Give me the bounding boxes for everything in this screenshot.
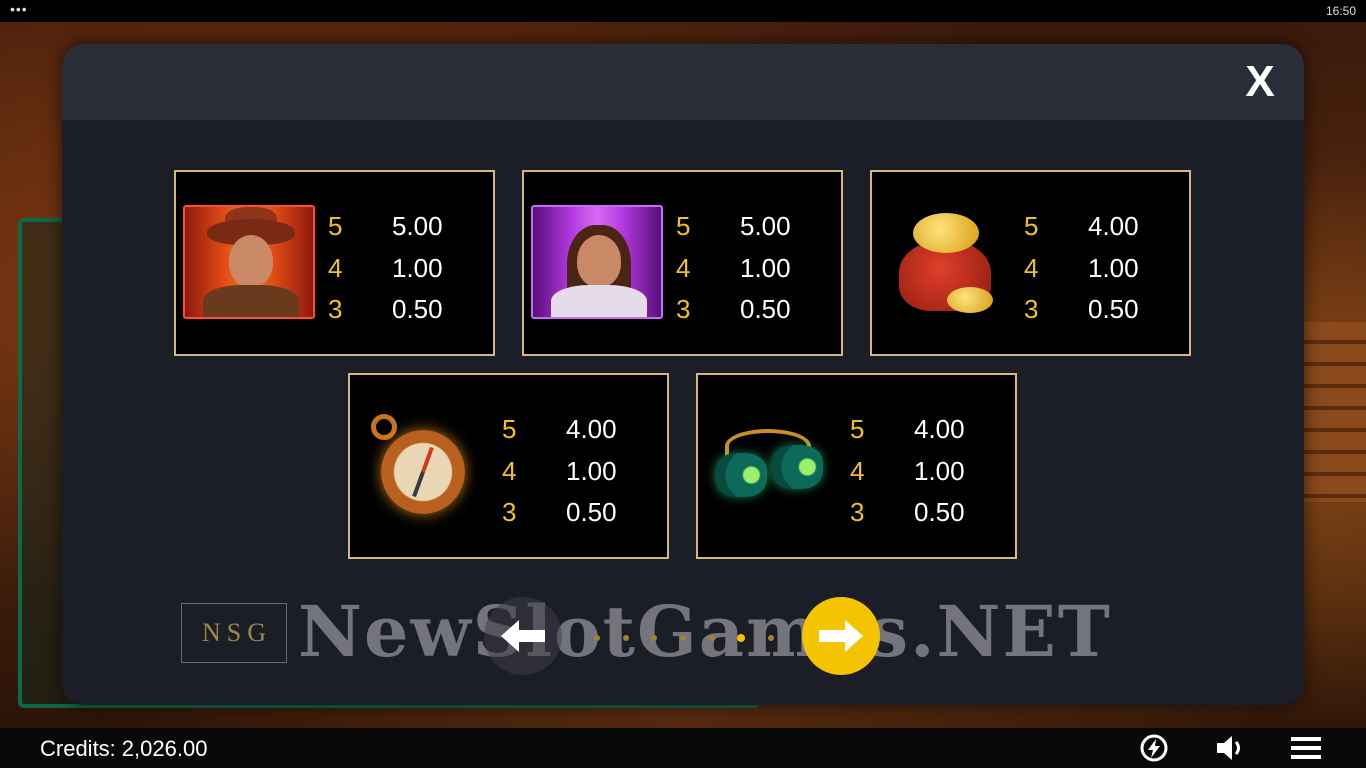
match-count: 4: [1024, 252, 1039, 283]
pay-row: 5 4.00: [502, 409, 652, 451]
match-count: 5: [1024, 211, 1039, 241]
page-dot: [679, 635, 686, 641]
turbo-icon: [1140, 734, 1168, 762]
payout-value: 5.00: [392, 211, 443, 241]
pay-row: 5 4.00: [850, 409, 1000, 451]
payout-value: 4.00: [566, 414, 617, 444]
close-button[interactable]: X: [1238, 57, 1282, 106]
page-dot: [767, 635, 774, 641]
arrow-right-icon: [819, 620, 863, 652]
system-bar: ••• 16:50: [0, 0, 1366, 22]
payout-value: 4.00: [914, 414, 965, 444]
payout-value: 0.50: [914, 497, 965, 527]
credits-value: 2,026.00: [121, 736, 208, 761]
payout-value: 0.50: [392, 294, 443, 324]
watermark-logo: N S G: [181, 603, 287, 663]
pay-row: 3 0.50: [1024, 289, 1174, 331]
page-dot: [651, 635, 658, 641]
paytable-card: 5 4.00 4 1.00 3 0.50: [348, 373, 669, 559]
match-count: 4: [850, 455, 865, 486]
pay-table: 5 5.00 4 1.00 3 0.50: [328, 206, 478, 331]
modal-header: [62, 44, 1304, 120]
pay-row: 3 0.50: [328, 289, 478, 331]
pyramid-decoration: [1296, 322, 1366, 502]
watermark-logo-letter: G: [247, 618, 267, 647]
payout-value: 1.00: [566, 455, 617, 486]
match-count: 5: [502, 414, 517, 444]
match-count: 3: [328, 294, 343, 324]
explorer-man-symbol: [182, 204, 316, 320]
page-dot-active: [737, 634, 746, 642]
paytable-card: 5 4.00 4 1.00 3 0.50: [870, 170, 1191, 356]
page-dot: [622, 635, 629, 641]
binoculars-symbol: [704, 407, 838, 523]
arrow-left-icon: [501, 620, 545, 652]
payout-value: 1.00: [1088, 252, 1139, 283]
paytable-card: 5 5.00 4 1.00 3 0.50: [174, 170, 495, 356]
payout-value: 4.00: [1088, 211, 1139, 241]
explorer-woman-symbol: [530, 204, 664, 320]
page-dot: [708, 635, 715, 641]
watermark-logo-letter: N: [201, 618, 221, 647]
pay-row: 3 0.50: [850, 492, 1000, 534]
pay-row: 4 1.00: [502, 451, 652, 493]
match-count: 4: [676, 252, 691, 283]
payout-value: 0.50: [1088, 294, 1139, 324]
clock: 16:50: [1325, 4, 1356, 18]
pay-row: 3 0.50: [502, 492, 652, 534]
page-dot: [594, 635, 600, 641]
pay-row: 5 5.00: [328, 206, 478, 248]
match-count: 3: [850, 497, 865, 527]
payout-value: 0.50: [566, 497, 617, 527]
previous-page-button[interactable]: [484, 597, 562, 675]
paytable-card: 5 4.00 4 1.00 3 0.50: [696, 373, 1017, 559]
credits-display: Credits: 2,026.00: [40, 736, 207, 762]
bottom-bar: Credits: 2,026.00: [0, 728, 1366, 768]
match-count: 3: [1024, 294, 1039, 324]
gold-bag-symbol: [878, 204, 1012, 320]
payout-value: 5.00: [740, 211, 791, 241]
sound-button[interactable]: [1212, 732, 1248, 764]
next-page-button[interactable]: [802, 597, 880, 675]
pay-row: 5 4.00: [1024, 206, 1174, 248]
match-count: 5: [676, 211, 691, 241]
pay-table: 5 4.00 4 1.00 3 0.50: [502, 409, 652, 534]
match-count: 4: [502, 455, 517, 486]
pay-row: 4 1.00: [850, 451, 1000, 493]
pay-table: 5 5.00 4 1.00 3 0.50: [676, 206, 826, 331]
payout-value: 1.00: [392, 252, 443, 283]
turbo-spin-button[interactable]: [1136, 732, 1172, 764]
speaker-icon: [1217, 736, 1240, 760]
pay-row: 4 1.00: [676, 248, 826, 290]
pay-row: 4 1.00: [328, 248, 478, 290]
menu-dots-icon[interactable]: •••: [10, 2, 28, 16]
match-count: 3: [502, 497, 517, 527]
watermark-logo-letter: S: [226, 618, 242, 647]
menu-button[interactable]: [1288, 732, 1324, 764]
paytable-card: 5 5.00 4 1.00 3 0.50: [522, 170, 843, 356]
pay-row: 4 1.00: [1024, 248, 1174, 290]
payout-value: 1.00: [914, 455, 965, 486]
match-count: 5: [328, 211, 343, 241]
compass-symbol: [356, 407, 490, 523]
credits-label: Credits:: [40, 736, 116, 761]
match-count: 5: [850, 414, 865, 444]
pay-table: 5 4.00 4 1.00 3 0.50: [1024, 206, 1174, 331]
pay-table: 5 4.00 4 1.00 3 0.50: [850, 409, 1000, 534]
pay-row: 3 0.50: [676, 289, 826, 331]
match-count: 4: [328, 252, 343, 283]
payout-value: 0.50: [740, 294, 791, 324]
pay-row: 5 5.00: [676, 206, 826, 248]
hamburger-menu-icon: [1291, 737, 1321, 759]
match-count: 3: [676, 294, 691, 324]
page-indicator: [594, 634, 774, 642]
payout-value: 1.00: [740, 252, 791, 283]
